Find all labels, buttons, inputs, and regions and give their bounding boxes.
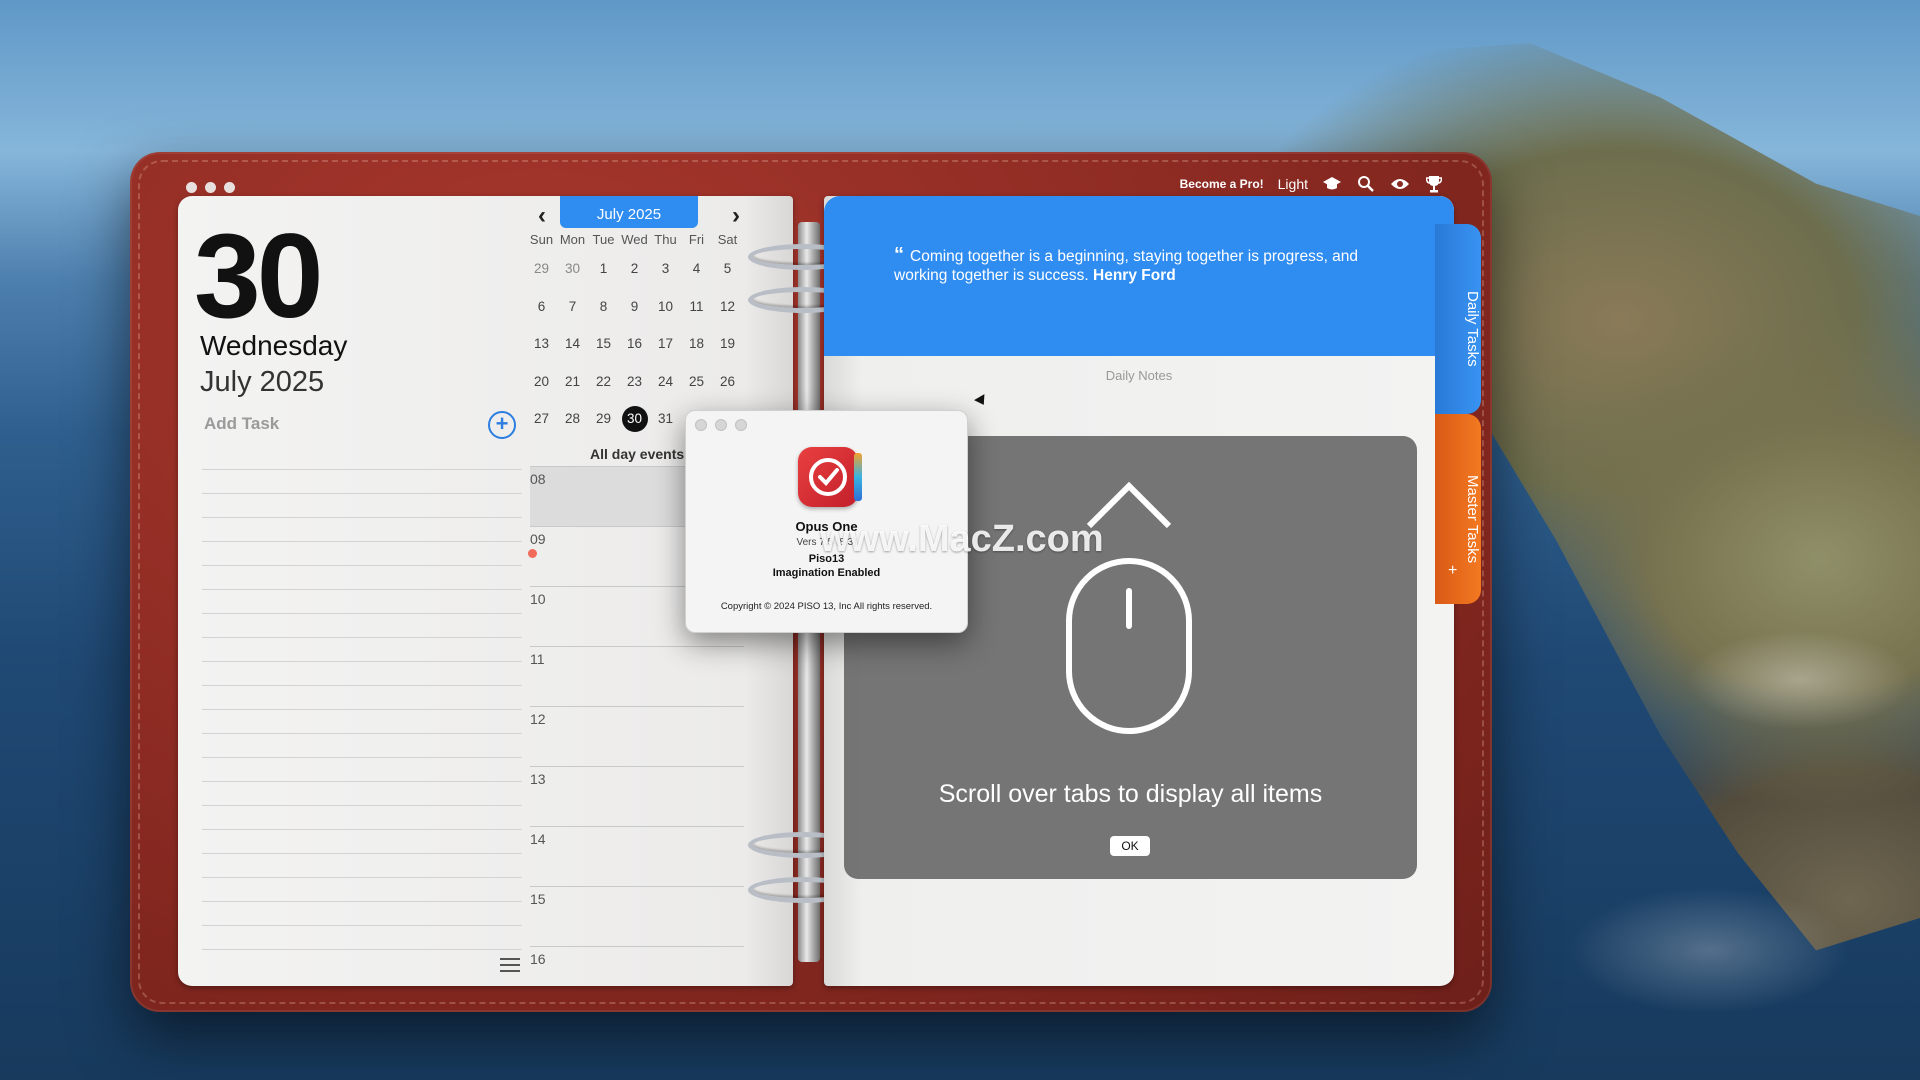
hour-slot[interactable]: 11 xyxy=(530,646,744,706)
close-window-button[interactable] xyxy=(186,182,197,193)
calendar-day[interactable]: 21 xyxy=(560,369,586,395)
dialog-minimize-button[interactable] xyxy=(715,419,727,431)
weekday-tue: Tue xyxy=(592,232,615,247)
calendar-day[interactable]: 1 xyxy=(591,256,617,282)
weekday-sun: Sun xyxy=(529,232,554,247)
weekday-thu: Thu xyxy=(654,232,677,247)
hour-slot[interactable]: 16 xyxy=(530,946,744,1006)
calendar-day[interactable]: 23 xyxy=(622,369,648,395)
weekday-label: Wednesday xyxy=(200,330,348,361)
hour-label: 11 xyxy=(530,651,545,667)
calendar-day[interactable]: 30 xyxy=(621,406,648,432)
desktop-wallpaper-surf xyxy=(1450,620,1920,1040)
hour-label: 16 xyxy=(530,951,546,967)
hour-label: 08 xyxy=(530,471,546,487)
theme-toggle[interactable]: Light xyxy=(1278,176,1308,192)
next-month-button[interactable]: › xyxy=(726,204,746,228)
all-day-events-label: All day events xyxy=(590,446,685,462)
hour-label: 10 xyxy=(530,591,546,607)
calendar-day[interactable]: 30 xyxy=(560,256,586,282)
task-list[interactable] xyxy=(202,446,522,966)
dialog-zoom-button[interactable] xyxy=(735,419,747,431)
become-pro-link[interactable]: Become a Pro! xyxy=(1180,177,1264,191)
calendar-day[interactable]: 13 xyxy=(529,331,555,357)
calendar-day[interactable]: 4 xyxy=(684,256,710,282)
minimize-window-button[interactable] xyxy=(205,182,216,193)
tip-ok-button[interactable]: OK xyxy=(1110,836,1150,856)
day-number: 30 xyxy=(194,209,323,343)
calendar-day[interactable]: 28 xyxy=(560,406,586,432)
quote-mark-icon: “ xyxy=(894,244,904,266)
hour-slot[interactable]: 15 xyxy=(530,886,744,946)
weekday-sat: Sat xyxy=(717,232,738,247)
calendar-day[interactable]: 22 xyxy=(591,369,617,395)
calendar-day[interactable]: 3 xyxy=(653,256,679,282)
calendar-day[interactable]: 29 xyxy=(591,406,617,432)
month-year-label: July 2025 xyxy=(200,366,325,398)
calendar-day[interactable]: 20 xyxy=(529,369,555,395)
about-slogan: Imagination Enabled xyxy=(772,567,881,579)
hour-label: 14 xyxy=(530,831,546,847)
hour-slot[interactable]: 13 xyxy=(530,766,744,826)
calendar-month-title[interactable]: July 2025 xyxy=(560,196,698,228)
hour-slot[interactable]: 12 xyxy=(530,706,744,766)
current-time-indicator xyxy=(528,549,537,558)
quote-banner: “Coming together is a beginning, staying… xyxy=(824,196,1454,356)
previous-month-button[interactable]: ‹ xyxy=(532,204,552,228)
tab-master-tasks[interactable]: Master Tasks xyxy=(1435,414,1481,604)
dialog-close-button[interactable] xyxy=(695,419,707,431)
calendar-day[interactable]: 18 xyxy=(684,331,710,357)
calendar-day[interactable]: 15 xyxy=(591,331,617,357)
calendar-day[interactable]: 26 xyxy=(715,369,741,395)
calendar-day[interactable]: 2 xyxy=(622,256,648,282)
tab-daily-tasks[interactable]: Daily Tasks xyxy=(1435,224,1481,414)
calendar-day[interactable]: 14 xyxy=(560,331,586,357)
calendar-day[interactable]: 5 xyxy=(715,256,741,282)
dialog-window-controls xyxy=(695,419,747,431)
daily-quote: “Coming together is a beginning, staying… xyxy=(894,244,1394,285)
hour-label: 09 xyxy=(530,531,546,547)
calendar-day[interactable]: 24 xyxy=(653,369,679,395)
trophy-icon[interactable] xyxy=(1424,174,1444,194)
add-tab-button[interactable]: + xyxy=(1448,562,1457,580)
watermark-text: www.MacZ.com xyxy=(820,518,1104,560)
hour-label: 13 xyxy=(530,771,546,787)
calendar-day[interactable]: 11 xyxy=(684,294,710,320)
calendar-day[interactable]: 31 xyxy=(653,406,679,432)
add-task-input[interactable]: Add Task xyxy=(204,414,279,434)
weekday-header: Sun Mon Tue Wed Thu Fri Sat xyxy=(526,232,743,247)
window-controls xyxy=(186,182,235,193)
daily-notes-label[interactable]: Daily Notes xyxy=(824,368,1454,383)
calendar-day[interactable]: 25 xyxy=(684,369,710,395)
calendar-day[interactable]: 9 xyxy=(622,294,648,320)
hour-label: 12 xyxy=(530,711,546,727)
hour-label: 15 xyxy=(530,891,546,907)
search-icon[interactable] xyxy=(1356,174,1376,194)
calendar-day[interactable]: 6 xyxy=(529,294,555,320)
eye-icon[interactable] xyxy=(1390,174,1410,194)
calendar-day[interactable]: 7 xyxy=(560,294,586,320)
toolbar: Become a Pro! Light xyxy=(1180,174,1444,194)
calendar-day[interactable]: 27 xyxy=(529,406,555,432)
about-copyright: Copyright © 2024 PISO 13, Inc All rights… xyxy=(720,601,933,612)
calendar-day[interactable]: 10 xyxy=(653,294,679,320)
calendar-day[interactable]: 17 xyxy=(653,331,679,357)
calendar-day[interactable]: 8 xyxy=(591,294,617,320)
calendar-day[interactable]: 16 xyxy=(622,331,648,357)
quote-author: Henry Ford xyxy=(1093,267,1176,284)
calendar-day[interactable]: 12 xyxy=(715,294,741,320)
scroll-tip-text: Scroll over tabs to display all items xyxy=(938,780,1323,808)
weekday-wed: Wed xyxy=(621,232,648,247)
zoom-window-button[interactable] xyxy=(224,182,235,193)
weekday-fri: Fri xyxy=(688,232,705,247)
app-icon xyxy=(798,447,862,507)
weekday-mon: Mon xyxy=(559,232,586,247)
graduation-cap-icon[interactable] xyxy=(1322,174,1342,194)
add-task-button[interactable]: + xyxy=(488,411,516,439)
mouse-scroll-icon xyxy=(1066,481,1192,734)
menu-icon[interactable] xyxy=(500,958,520,972)
calendar-day[interactable]: 29 xyxy=(529,256,555,282)
hour-slot[interactable]: 14 xyxy=(530,826,744,886)
calendar-day[interactable]: 19 xyxy=(715,331,741,357)
